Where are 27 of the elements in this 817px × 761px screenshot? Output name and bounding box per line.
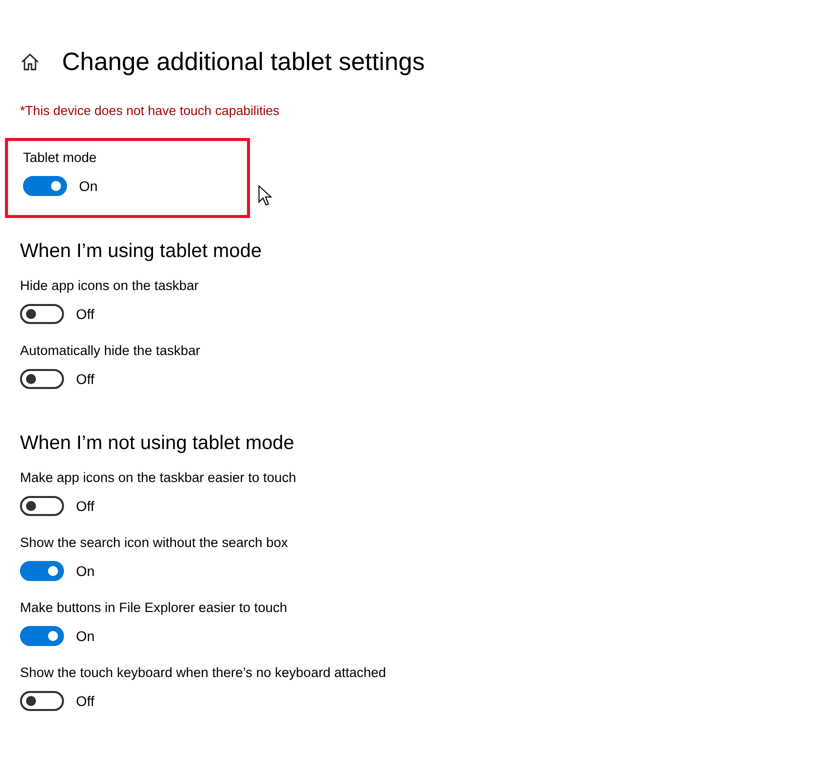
toggle-status: Off (76, 498, 94, 514)
setting-label: Tablet mode (23, 149, 98, 167)
toggle-switch[interactable] (20, 496, 64, 516)
toggle-switch[interactable] (20, 369, 64, 389)
section-heading: When I’m not using tablet mode (20, 431, 296, 456)
toggle-switch[interactable] (20, 304, 64, 324)
toggle-status: On (79, 178, 98, 194)
warning-text: *This device does not have touch capabilities (20, 102, 280, 120)
toggle-status: On (76, 563, 95, 579)
setting-label: Make buttons in File Explorer easier to touch (20, 599, 288, 617)
toggle-switch[interactable] (20, 626, 64, 646)
setting-label: Show the touch keyboard when there’s no keyboard attached (20, 664, 387, 682)
toggle-switch[interactable] (20, 691, 64, 711)
setting-label: Show the search icon without the search box (20, 534, 289, 552)
setting-label: Automatically hide the taskbar (20, 342, 202, 360)
setting-label: Hide app icons on the taskbar (20, 277, 200, 295)
toggle-switch[interactable] (23, 176, 67, 196)
setting-label: Make app icons on the taskbar easier to touch (20, 469, 298, 487)
home-icon[interactable] (20, 52, 40, 72)
toggle-status: Off (76, 371, 94, 387)
toggle-status: Off (76, 306, 94, 322)
toggle-status: Off (76, 693, 94, 709)
mouse-pointer-icon (258, 185, 272, 206)
page-title: Change additional tablet settings (62, 48, 425, 76)
toggle-switch[interactable] (20, 561, 64, 581)
section-heading: When I’m using tablet mode (20, 239, 263, 264)
toggle-status: On (76, 628, 95, 644)
